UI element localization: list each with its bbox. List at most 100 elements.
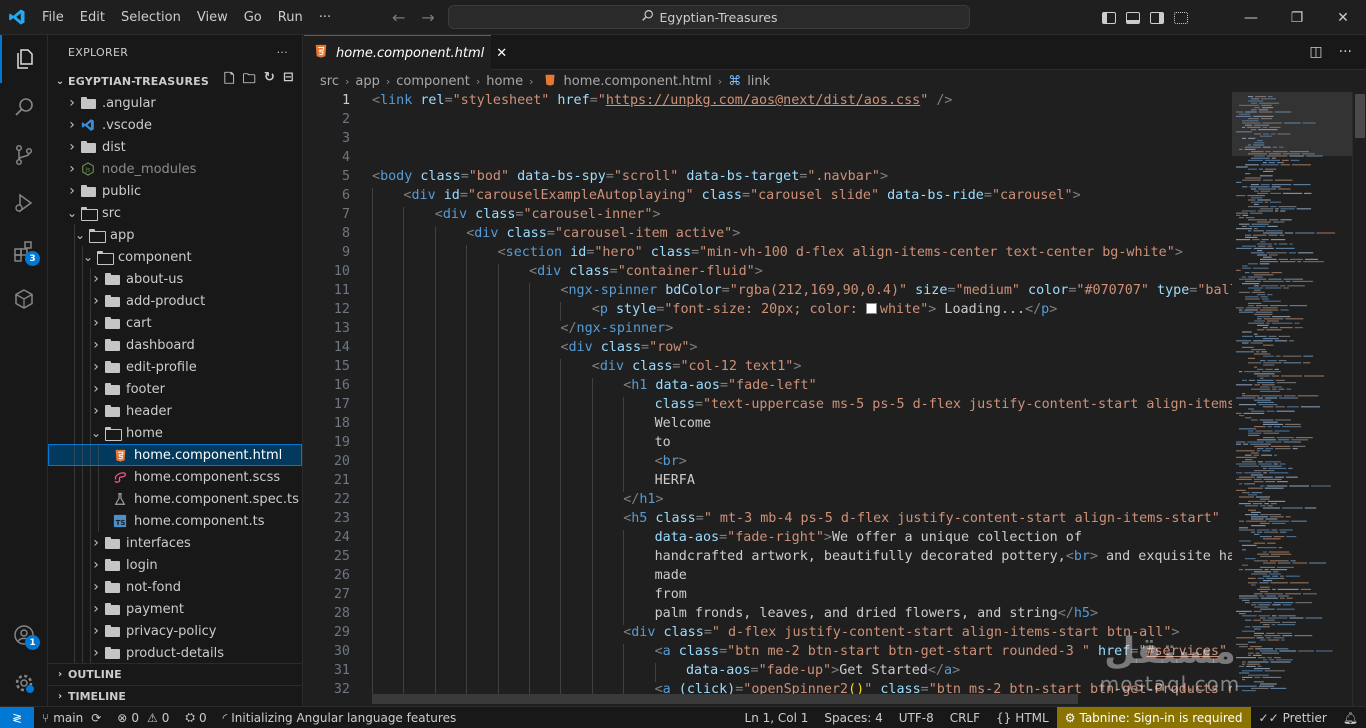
explorer-icon[interactable]	[0, 35, 48, 83]
remote-indicator[interactable]: ≷	[0, 706, 34, 728]
prettier-status[interactable]: ✓✓ Prettier	[1251, 707, 1335, 728]
tab-home-component-html[interactable]: home.component.html ✕	[304, 35, 507, 70]
tree-file[interactable]: home.component.scss	[48, 466, 302, 488]
tree-folder[interactable]: › .angular	[48, 92, 302, 114]
vertical-scrollbar[interactable]	[1352, 92, 1366, 706]
tree-folder[interactable]: › add-product	[48, 290, 302, 312]
folder-icon	[104, 601, 120, 617]
minimap-line	[1264, 397, 1278, 399]
toggle-panel-icon[interactable]	[1126, 11, 1140, 24]
restore-button[interactable]: ❐	[1274, 0, 1320, 35]
minimap-line	[1270, 569, 1288, 571]
back-arrow-icon[interactable]: ←	[392, 8, 405, 27]
tree-file[interactable]: home.component.html	[48, 444, 302, 466]
tree-folder[interactable]: › login	[48, 554, 302, 576]
tree-folder[interactable]: › interfaces	[48, 532, 302, 554]
editor-actions: ◫ ···	[1309, 44, 1352, 60]
tree-folder[interactable]: ⌄ home	[48, 422, 302, 444]
tree-folder[interactable]: › cart	[48, 312, 302, 334]
ports-indicator[interactable]: ⛭ 0	[177, 707, 214, 728]
toggle-secondary-sidebar-icon[interactable]	[1150, 11, 1164, 24]
language-mode[interactable]: {} HTML	[988, 707, 1057, 728]
workspace-root[interactable]: ⌄ EGYPTIAN-TREASURES 🗋 🗀 ↻ ⊟	[48, 70, 302, 92]
tree-folder[interactable]: ⌄ app	[48, 224, 302, 246]
indent-guide	[74, 466, 75, 488]
tree-folder[interactable]: › public	[48, 180, 302, 202]
indent-guide	[623, 663, 625, 682]
tree-folder[interactable]: › about-us	[48, 268, 302, 290]
tree-folder[interactable]: › not-fond	[48, 576, 302, 598]
code-editor[interactable]: 1 <link rel="stylesheet" href="https://un…	[304, 92, 1232, 706]
tree-file[interactable]: TS home.component.ts	[48, 510, 302, 532]
breadcrumb-item[interactable]: home	[486, 74, 523, 89]
tree-folder[interactable]: › .vscode	[48, 114, 302, 136]
breadcrumb-item[interactable]: home.component.html	[564, 74, 712, 89]
accounts-icon[interactable]: 1	[0, 611, 48, 659]
tree-folder[interactable]: › header	[48, 400, 302, 422]
outline-section[interactable]: › OUTLINE	[48, 663, 303, 685]
menu-item[interactable]: File	[34, 0, 72, 35]
minimap-viewport[interactable]	[1232, 92, 1352, 156]
collapse-all-icon[interactable]: ⊟	[283, 70, 294, 92]
tree-folder[interactable]: ⌄ src	[48, 202, 302, 224]
breadcrumb-item[interactable]: component	[396, 74, 470, 89]
minimap-line	[1248, 225, 1266, 227]
branch-indicator[interactable]: ⑂ main ⟳	[34, 707, 109, 728]
more-editor-actions-icon[interactable]: ···	[1339, 44, 1352, 60]
indent-guide	[434, 397, 436, 416]
minimap-line	[1276, 632, 1292, 634]
tree-folder[interactable]: › product-details	[48, 642, 302, 664]
timeline-section[interactable]: › TIMELINE	[48, 685, 303, 707]
minimap[interactable]	[1232, 92, 1352, 706]
tree-folder[interactable]: › payment	[48, 598, 302, 620]
tree-folder[interactable]: ⌄ component	[48, 246, 302, 268]
source-control-icon[interactable]	[0, 131, 48, 179]
more-actions-icon[interactable]: ···	[277, 46, 288, 59]
indent-guide	[403, 511, 405, 530]
close-window-button[interactable]: ✕	[1320, 0, 1366, 35]
scrollbar-thumb[interactable]	[1355, 94, 1365, 138]
forward-arrow-icon[interactable]: →	[421, 8, 434, 27]
extensions-icon[interactable]: 3	[0, 227, 48, 275]
new-file-icon[interactable]: 🗋	[224, 70, 235, 92]
menu-item[interactable]: Selection	[113, 0, 189, 35]
refresh-icon[interactable]: ↻	[264, 70, 275, 92]
remote-explorer-icon[interactable]	[0, 275, 48, 323]
run-debug-icon[interactable]	[0, 179, 48, 227]
manage-gear-icon[interactable]	[0, 659, 48, 707]
tabnine-status[interactable]: ⚙ Tabnine: Sign-in is required	[1056, 706, 1251, 728]
tree-folder[interactable]: › dashboard	[48, 334, 302, 356]
toggle-sidebar-icon[interactable]	[1102, 11, 1116, 24]
task-progress[interactable]: ◜ Initializing Angular language features	[215, 707, 465, 728]
tree-folder[interactable]: › js node_modules	[48, 158, 302, 180]
command-center-search[interactable]: Egyptian-Treasures	[448, 5, 970, 29]
minimap-line	[1272, 588, 1276, 590]
indentation[interactable]: Spaces: 4	[816, 707, 890, 728]
close-tab-icon[interactable]: ✕	[496, 46, 507, 61]
breadcrumb-item[interactable]: link	[747, 74, 770, 89]
search-view-icon[interactable]	[0, 83, 48, 131]
split-editor-icon[interactable]: ◫	[1309, 44, 1322, 60]
tree-item-label: home.component.html	[134, 447, 283, 463]
menu-item[interactable]: Go	[236, 0, 270, 35]
menu-item[interactable]: View	[189, 0, 236, 35]
encoding[interactable]: UTF-8	[891, 707, 942, 728]
line-ending[interactable]: CRLF	[942, 707, 988, 728]
cursor-position[interactable]: Ln 1, Col 1	[737, 707, 817, 728]
new-folder-icon[interactable]: 🗀	[243, 70, 256, 92]
horizontal-scrollbar[interactable]	[372, 694, 1078, 704]
menu-item[interactable]: ···	[311, 0, 339, 35]
breadcrumb-item[interactable]: src	[320, 74, 339, 89]
problems-indicator[interactable]: ⊗ 0 ⚠ 0	[109, 707, 177, 728]
tree-folder[interactable]: › dist	[48, 136, 302, 158]
tree-folder[interactable]: › privacy-policy	[48, 620, 302, 642]
customize-layout-icon[interactable]	[1174, 11, 1188, 24]
notifications-bell[interactable]: 🔔︎	[1335, 707, 1366, 728]
tree-folder[interactable]: › edit-profile	[48, 356, 302, 378]
tree-file[interactable]: home.component.spec.ts	[48, 488, 302, 510]
menu-item[interactable]: Run	[270, 0, 311, 35]
menu-item[interactable]: Edit	[72, 0, 113, 35]
breadcrumb-item[interactable]: app	[355, 74, 379, 89]
minimize-button[interactable]: —	[1228, 0, 1274, 35]
tree-folder[interactable]: › footer	[48, 378, 302, 400]
